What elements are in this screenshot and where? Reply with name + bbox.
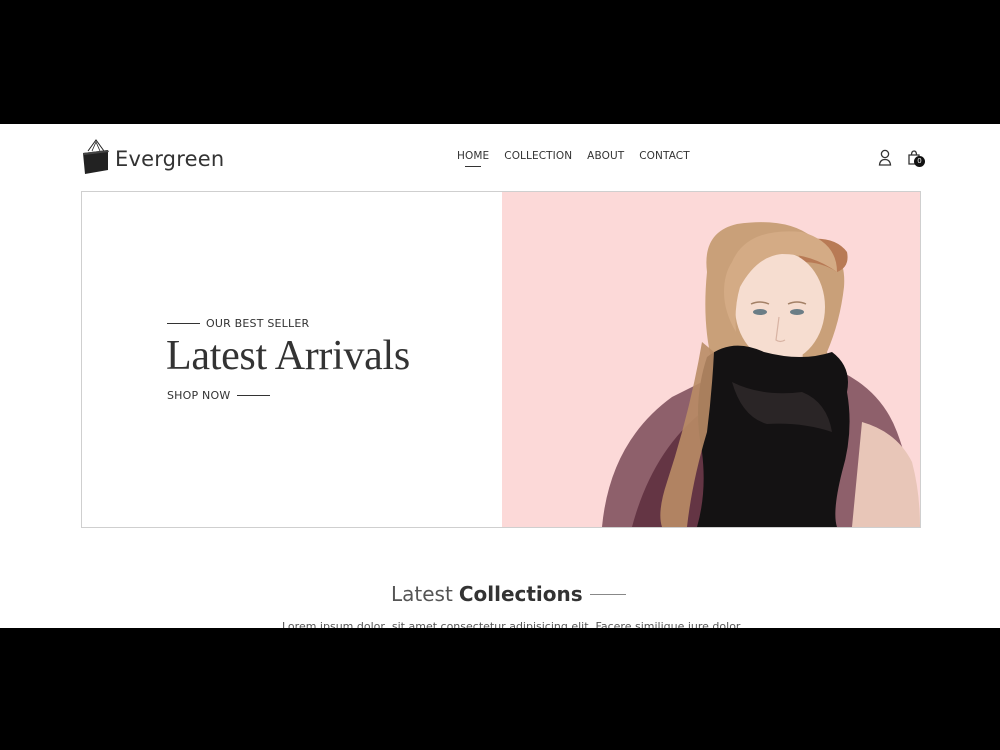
nav-collection[interactable]: COLLECTION — [504, 150, 572, 162]
shop-now-button[interactable]: SHOP NOW — [167, 389, 271, 402]
hero-eyebrow: OUR BEST SELLER — [167, 317, 309, 330]
main-nav: HOME COLLECTION ABOUT CONTACT — [457, 150, 690, 167]
collections-heading: Latest Collections — [391, 582, 626, 606]
collections-rule — [589, 593, 626, 595]
hero-text-panel: OUR BEST SELLER Latest Arrivals SHOP NOW — [82, 192, 502, 527]
shop-now-label: SHOP NOW — [167, 389, 231, 402]
collections-title-light: Latest — [391, 582, 453, 606]
hero-image-panel — [502, 192, 920, 527]
hero-banner: OUR BEST SELLER Latest Arrivals SHOP NOW — [81, 191, 921, 528]
brand-logo[interactable]: Evergreen — [82, 139, 224, 175]
cart-button[interactable]: 0 — [907, 149, 925, 167]
model-photo — [602, 222, 920, 527]
collections-description: Lorem ipsum dolor, sit amet consectetur … — [282, 620, 741, 628]
cart-count-badge: 0 — [914, 156, 925, 167]
shop-now-rule — [237, 394, 271, 397]
user-icon — [878, 149, 892, 166]
eyebrow-rule — [167, 322, 200, 325]
letterbox-top — [0, 0, 1000, 124]
hero-title: Latest Arrivals — [166, 333, 410, 379]
eyebrow-text: OUR BEST SELLER — [206, 317, 310, 330]
letterbox-bottom — [0, 628, 1000, 750]
account-button[interactable] — [877, 149, 893, 167]
shopping-bag-icon — [83, 139, 109, 174]
nav-about[interactable]: ABOUT — [587, 150, 624, 162]
brand-name: Evergreen — [115, 147, 225, 171]
collections-title-bold: Collections — [458, 582, 583, 606]
nav-home[interactable]: HOME — [457, 150, 489, 167]
page-viewport: Evergreen HOME COLLECTION ABOUT CONTACT … — [0, 124, 1000, 628]
nav-contact[interactable]: CONTACT — [639, 150, 690, 162]
header-actions: 0 — [877, 149, 925, 167]
site-header: Evergreen HOME COLLECTION ABOUT CONTACT … — [0, 124, 1000, 191]
